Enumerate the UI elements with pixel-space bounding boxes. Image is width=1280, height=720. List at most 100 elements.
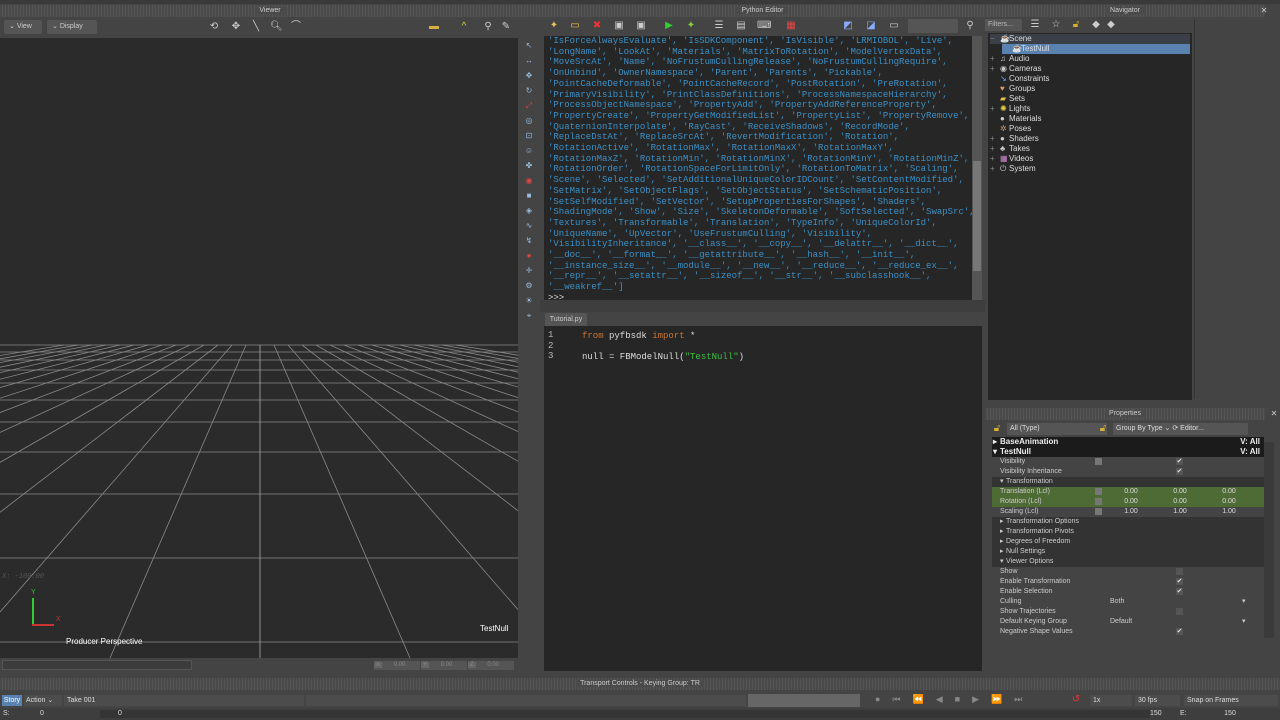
- time-display[interactable]: [748, 694, 860, 707]
- expand-icon[interactable]: +: [990, 164, 1000, 174]
- console-icon[interactable]: ▤: [735, 20, 747, 32]
- section-viewer-options[interactable]: ▾ Viewer Options: [992, 557, 1264, 567]
- action-button[interactable]: Action ⌄: [24, 695, 62, 706]
- 3d-viewport[interactable]: X: -100.00 Y X Producer Perspective Test…: [0, 38, 518, 658]
- path-tool-icon[interactable]: ↯: [523, 235, 535, 247]
- layout-icon[interactable]: ▭: [888, 20, 900, 32]
- type-filter-dropdown[interactable]: All (Type): [1007, 423, 1107, 435]
- expand-icon[interactable]: +: [990, 54, 1000, 64]
- search-icon[interactable]: ⚲: [964, 20, 976, 32]
- checkbox[interactable]: ✔: [1176, 578, 1183, 585]
- debug-icon[interactable]: ▦: [785, 20, 797, 32]
- expand-icon[interactable]: +: [990, 144, 1000, 154]
- collapse-icon[interactable]: −: [990, 34, 1000, 44]
- clear-code-icon[interactable]: ◪: [865, 20, 877, 32]
- save-as-icon[interactable]: ▣: [635, 20, 647, 32]
- rotate-tool-icon[interactable]: ↻: [523, 85, 535, 97]
- close-script-icon[interactable]: ✖: [591, 20, 603, 32]
- group-base-animation[interactable]: ▸ BaseAnimation V: All: [992, 437, 1264, 447]
- checkbox[interactable]: [1176, 608, 1183, 615]
- rotation-z-value[interactable]: 0.00: [1207, 497, 1251, 507]
- scaling-y-value[interactable]: 1.00: [1158, 507, 1202, 517]
- checkbox[interactable]: ✔: [1176, 628, 1183, 635]
- search-input[interactable]: [908, 19, 958, 33]
- forward-arrow-icon[interactable]: ◆: [1105, 19, 1117, 31]
- playback-controls[interactable]: ●⏮⏪◀■▶⏩⏭: [875, 694, 1034, 705]
- tree-item-poses[interactable]: ✲ Poses: [990, 124, 1031, 134]
- culling-dropdown[interactable]: Both: [1110, 597, 1124, 607]
- output-scrollbar[interactable]: [972, 36, 982, 300]
- key-icon[interactable]: [1095, 488, 1102, 495]
- open-folder-icon[interactable]: ▭: [569, 20, 581, 32]
- skeleton-tool-icon[interactable]: ✤: [523, 160, 535, 172]
- rotation-x-value[interactable]: 0.00: [1109, 497, 1153, 507]
- expand-icon[interactable]: +: [990, 154, 1000, 164]
- section-transformation-options[interactable]: ▸ Transformation Options: [992, 517, 1264, 527]
- rotate-pivot-tool-icon[interactable]: ◎: [523, 115, 535, 127]
- property-enable-transformation[interactable]: Enable Transformation ✔: [992, 577, 1264, 587]
- select-tool-icon[interactable]: ↖: [523, 40, 535, 52]
- pen-icon[interactable]: ✎: [500, 21, 512, 33]
- key-icon[interactable]: [1095, 458, 1102, 465]
- pivot-tool-icon[interactable]: ✛: [523, 265, 535, 277]
- execute-selection-icon[interactable]: ✦: [685, 20, 697, 32]
- coord-field-x[interactable]: X 0.00: [374, 661, 420, 670]
- scale-tool-icon[interactable]: ⤢: [523, 100, 535, 112]
- property-negative-shape-values[interactable]: Negative Shape Values ✔: [992, 627, 1264, 637]
- character-tool-icon[interactable]: ☺: [523, 145, 535, 157]
- section-transformation-pivots[interactable]: ▸ Transformation Pivots: [992, 527, 1264, 537]
- tree-item-materials[interactable]: ● Materials: [990, 114, 1041, 124]
- rotation-y-value[interactable]: 0.00: [1158, 497, 1202, 507]
- list-view-icon[interactable]: ☰: [1029, 19, 1041, 31]
- property-culling[interactable]: Culling Both ▾: [992, 597, 1264, 607]
- story-button[interactable]: Story: [2, 695, 22, 706]
- light-tool-icon[interactable]: ☀: [523, 295, 535, 307]
- save-icon[interactable]: ▣: [613, 20, 625, 32]
- translation-x-value[interactable]: 0.00: [1109, 487, 1153, 497]
- expand-icon[interactable]: +: [990, 104, 1000, 114]
- scaling-x-value[interactable]: 1.00: [1109, 507, 1153, 517]
- splitter[interactable]: [540, 300, 985, 312]
- end-frame-input[interactable]: 150: [1200, 708, 1260, 720]
- snap-dropdown[interactable]: Snap on Frames: [1184, 695, 1278, 706]
- property-show-trajectories[interactable]: Show Trajectories: [992, 607, 1264, 617]
- cube-tool-icon[interactable]: ■: [523, 190, 535, 202]
- tree-item-videos[interactable]: + ▦Videos: [990, 154, 1033, 164]
- property-translation[interactable]: Translation (Lcl) 0.00 0.00 0.00: [992, 487, 1264, 497]
- tree-item-cameras[interactable]: + ◉ Cameras: [990, 64, 1041, 74]
- take-dropdown-arrow[interactable]: [306, 695, 746, 706]
- scrollbar-thumb[interactable]: [973, 161, 981, 271]
- property-enable-selection[interactable]: Enable Selection ✔: [992, 587, 1264, 597]
- roll-icon[interactable]: ⌒: [290, 21, 302, 33]
- expand-icon[interactable]: +: [990, 64, 1000, 74]
- ctrl-alt-icon[interactable]: ⌨: [757, 20, 771, 32]
- group-test-null[interactable]: ▾ TestNull V: All: [992, 447, 1264, 457]
- expand-icon[interactable]: +: [990, 134, 1000, 144]
- lock-icon[interactable]: 🔓︎: [1097, 423, 1109, 435]
- lock-icon[interactable]: 🔓︎: [991, 423, 1003, 435]
- curve-icon[interactable]: ^: [458, 21, 470, 33]
- new-script-icon[interactable]: ✦: [548, 20, 560, 32]
- code-editor[interactable]: 1 2 3 from pyfbsdk import * null = FBMod…: [544, 326, 982, 671]
- viewer-input-field[interactable]: [2, 660, 192, 670]
- pan-icon[interactable]: ✥: [230, 21, 242, 33]
- tree-item-system[interactable]: + ⏻ System: [990, 164, 1036, 174]
- translation-z-value[interactable]: 0.00: [1207, 487, 1251, 497]
- take-dropdown[interactable]: Take 001: [64, 695, 304, 706]
- timeline-slider[interactable]: [100, 710, 1150, 718]
- property-scaling[interactable]: Scaling (Lcl) 1.00 1.00 1.00: [992, 507, 1264, 517]
- property-visibility-inheritance[interactable]: Visibility Inheritance ✔: [992, 467, 1264, 477]
- tree-item-shaders[interactable]: + ● Shaders: [990, 134, 1039, 144]
- close-icon[interactable]: ✕: [1268, 408, 1280, 420]
- null-tool-icon[interactable]: ◉: [523, 175, 535, 187]
- run-icon[interactable]: ▶: [663, 20, 675, 32]
- section-degrees-of-freedom[interactable]: ▸ Degrees of Freedom: [992, 537, 1264, 547]
- checkbox[interactable]: [1176, 568, 1183, 575]
- checkbox[interactable]: ✔: [1176, 588, 1183, 595]
- tree-item-audio[interactable]: + ♫ Audio: [990, 54, 1029, 64]
- settings-list-icon[interactable]: ☰: [713, 20, 725, 32]
- translate-local-tool-icon[interactable]: ✥: [523, 70, 535, 82]
- favorite-icon[interactable]: ☆: [1050, 19, 1062, 31]
- lock-icon[interactable]: 🔓︎: [1070, 19, 1082, 31]
- keying-group-dropdown[interactable]: Default: [1110, 617, 1132, 627]
